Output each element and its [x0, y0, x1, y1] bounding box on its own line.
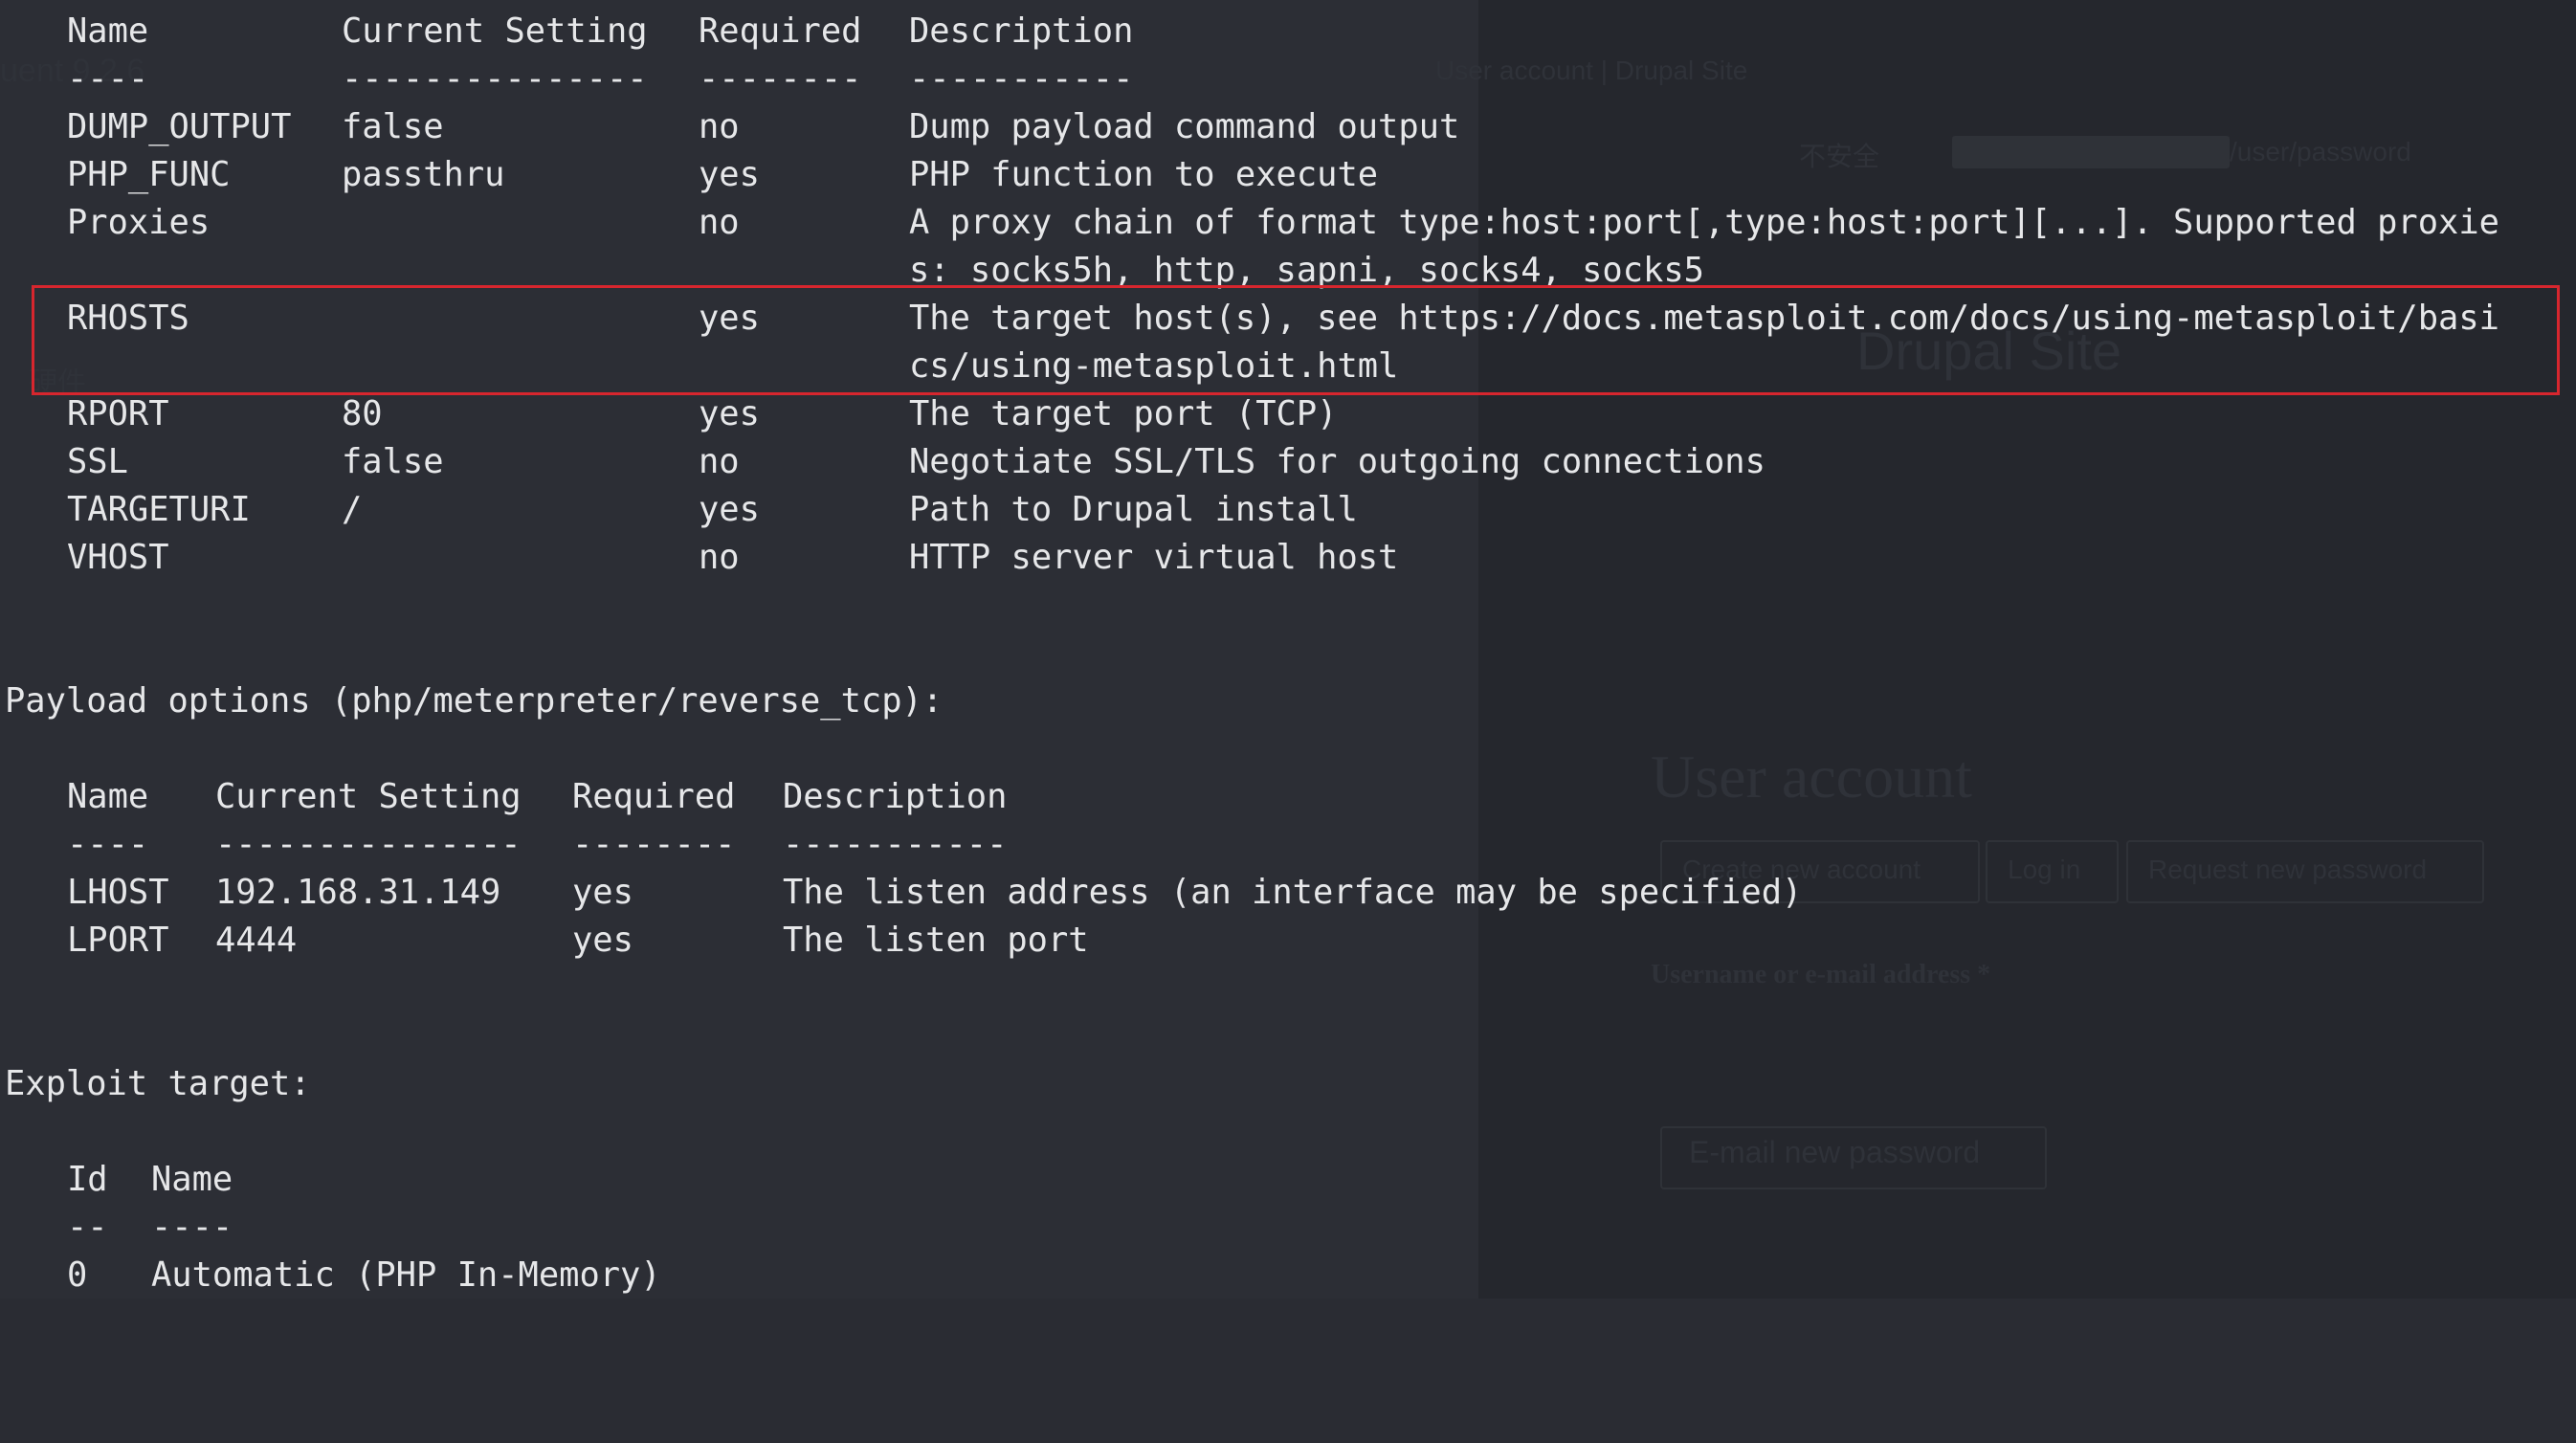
separator: -----------: [909, 59, 1134, 99]
target-id: 0: [67, 1255, 88, 1295]
column-header-id: Id: [67, 1160, 108, 1199]
option-description: The listen port: [783, 921, 1089, 960]
column-header-description: Description: [909, 11, 1134, 51]
column-header-name: Name: [67, 777, 149, 816]
option-description: Path to Drupal install: [909, 490, 1358, 529]
payload-options-title: Payload options (php/meterpreter/reverse…: [0, 677, 943, 725]
exploit-target-header-row: Id Name: [0, 1156, 233, 1204]
option-row-ssl: SSL false no Negotiate SSL/TLS for outgo…: [0, 438, 1765, 486]
option-required: yes: [699, 394, 760, 433]
option-row-proxies: Proxies no A proxy chain of format type:…: [0, 199, 2499, 247]
option-required: yes: [699, 155, 760, 194]
option-row-rport: RPORT 80 yes The target port (TCP): [0, 390, 1337, 438]
separator: ---------------: [215, 825, 522, 864]
column-header-required: Required: [699, 11, 862, 51]
separator: --------: [699, 59, 862, 99]
option-row-targeturi: TARGETURI / yes Path to Drupal install: [0, 486, 1358, 534]
option-row-rhosts: RHOSTS yes The target host(s), see https…: [0, 295, 2499, 343]
target-name: Automatic (PHP In-Memory): [151, 1255, 661, 1295]
option-name: PHP_FUNC: [67, 155, 231, 194]
option-description: PHP function to execute: [909, 155, 1379, 194]
section-title: Exploit target:: [5, 1064, 311, 1103]
option-required: no: [699, 538, 740, 577]
column-header-name: Name: [151, 1160, 233, 1199]
column-header-current-setting: Current Setting: [215, 777, 522, 816]
option-name: RPORT: [67, 394, 169, 433]
option-name: VHOST: [67, 538, 169, 577]
option-required: no: [699, 442, 740, 481]
option-required: yes: [699, 490, 760, 529]
option-name: LHOST: [67, 873, 169, 912]
option-description: HTTP server virtual host: [909, 538, 1399, 577]
payload-row-lport: LPORT 4444 yes The listen port: [0, 917, 1089, 965]
terminal-output[interactable]: Name Current Setting Required Descriptio…: [0, 0, 2576, 1299]
payload-separator-row: ---- --------------- -------- ----------…: [0, 821, 1007, 869]
option-setting: false: [342, 107, 444, 146]
option-description: A proxy chain of format type:host:port[,…: [909, 203, 2499, 242]
option-description: The listen address (an interface may be …: [783, 873, 1803, 912]
option-setting: 80: [342, 394, 383, 433]
option-setting: 192.168.31.149: [215, 873, 501, 912]
option-name: LPORT: [67, 921, 169, 960]
exploit-target-title: Exploit target:: [0, 1060, 311, 1108]
option-setting: 4444: [215, 921, 298, 960]
payload-header-row: Name Current Setting Required Descriptio…: [0, 773, 1007, 821]
option-row-php-func: PHP_FUNC passthru yes PHP function to ex…: [0, 151, 1378, 199]
separator: ----: [151, 1208, 233, 1247]
option-description: The target port (TCP): [909, 394, 1338, 433]
module-options-separator-row: ---- --------------- -------- ----------…: [0, 56, 1133, 103]
option-name: Proxies: [67, 203, 211, 242]
option-row-vhost: VHOST no HTTP server virtual host: [0, 534, 1398, 582]
option-description: Dump payload command output: [909, 107, 1460, 146]
column-header-required: Required: [572, 777, 736, 816]
module-options-header-row: Name Current Setting Required Descriptio…: [0, 8, 1133, 56]
exploit-target-separator-row: -- ----: [0, 1204, 233, 1252]
separator: ----: [67, 825, 149, 864]
column-header-description: Description: [783, 777, 1008, 816]
option-name: TARGETURI: [67, 490, 251, 529]
payload-row-lhost: LHOST 192.168.31.149 yes The listen addr…: [0, 869, 1802, 917]
option-setting: false: [342, 442, 444, 481]
section-title: Payload options (php/meterpreter/reverse…: [5, 681, 944, 721]
option-row-rhosts-continued: cs/using-metasploit.html: [0, 343, 1398, 390]
exploit-target-row: 0 Automatic (PHP In-Memory): [0, 1252, 661, 1299]
option-description-continued: cs/using-metasploit.html: [909, 346, 1399, 386]
option-description: The target host(s), see https://docs.met…: [909, 299, 2499, 338]
option-description: Negotiate SSL/TLS for outgoing connectio…: [909, 442, 1765, 481]
option-setting: /: [342, 490, 363, 529]
column-header-current-setting: Current Setting: [342, 11, 648, 51]
option-name: RHOSTS: [67, 299, 189, 338]
option-row-dump-output: DUMP_OUTPUT false no Dump payload comman…: [0, 103, 1459, 151]
separator: --: [67, 1208, 108, 1247]
option-required: no: [699, 203, 740, 242]
separator: --------: [572, 825, 736, 864]
separator: -----------: [783, 825, 1008, 864]
option-name: SSL: [67, 442, 128, 481]
separator: ----: [67, 59, 149, 99]
column-header-name: Name: [67, 11, 149, 51]
option-required: no: [699, 107, 740, 146]
option-required: yes: [572, 921, 633, 960]
option-setting: passthru: [342, 155, 505, 194]
option-name: DUMP_OUTPUT: [67, 107, 292, 146]
separator: ---------------: [342, 59, 648, 99]
option-required: yes: [699, 299, 760, 338]
option-required: yes: [572, 873, 633, 912]
